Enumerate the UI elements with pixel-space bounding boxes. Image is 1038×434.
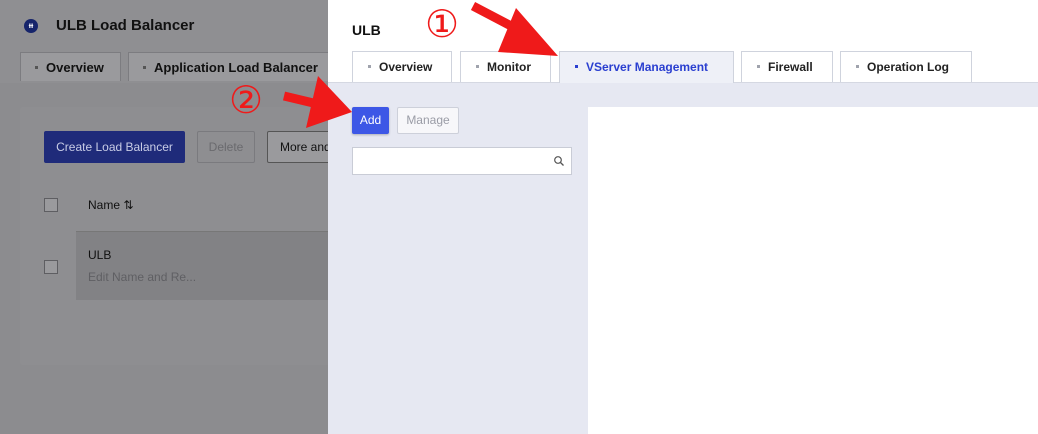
- annotation-arrows: [282, 2, 558, 128]
- arrow-icon: [282, 76, 352, 128]
- arrow-icon: [470, 2, 558, 56]
